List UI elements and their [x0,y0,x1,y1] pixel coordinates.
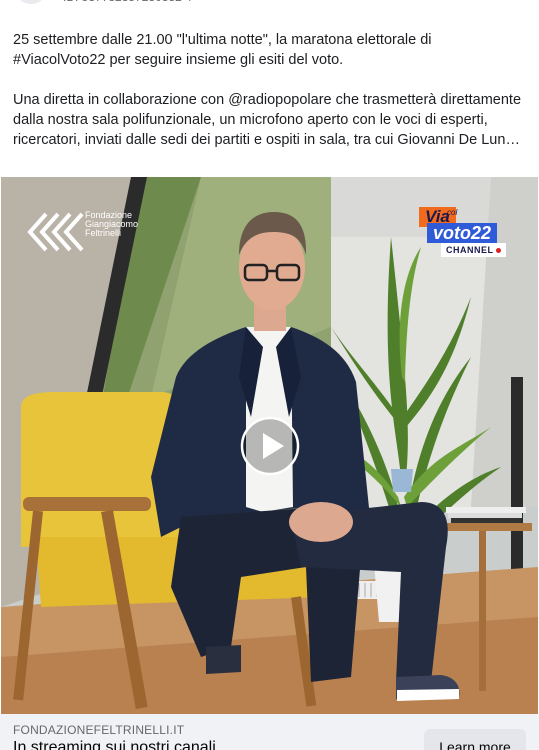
channel-logo-channel: CHANNEL [441,243,506,257]
learn-more-button[interactable]: Learn more [424,729,526,750]
brand-name-line-3: Feltrinelli [85,228,122,238]
post-paragraph-2[interactable]: Una diretta in collaborazione con @radio… [13,90,527,150]
video-player[interactable]: Fondazione Giangiacomo Feltrinelli Via c… [1,177,538,714]
live-dot-icon [495,248,501,254]
ad-post: ID: 537782357230332 4 25 settembre dalle… [0,0,539,750]
link-title[interactable]: In streaming sui nostri canali [13,739,216,750]
link-preview-footer[interactable]: FONDAZIONEFELTRINELLI.IT In streaming su… [0,714,539,750]
brand-name: Fondazione Giangiacomo Feltrinelli [85,211,138,238]
post-paragraph-1: 25 settembre dalle 21.00 "l'ultima notte… [13,32,432,68]
link-domain: FONDAZIONEFELTRINELLI.IT [13,723,185,737]
ad-id-label: ID: 537782357230332 4 [63,0,192,4]
channel-logo-channel-text: CHANNEL [446,245,494,255]
post-header: ID: 537782357230332 4 [0,0,539,10]
channel-logo-col: col [447,208,458,217]
viacolvoto-channel-logo: Via col voto22 CHANNEL [415,205,513,263]
avatar[interactable] [16,0,46,4]
channel-logo-voto: voto22 [427,223,498,243]
post-body: 25 settembre dalle 21.00 "l'ultima notte… [13,30,527,150]
play-icon[interactable] [240,416,300,476]
